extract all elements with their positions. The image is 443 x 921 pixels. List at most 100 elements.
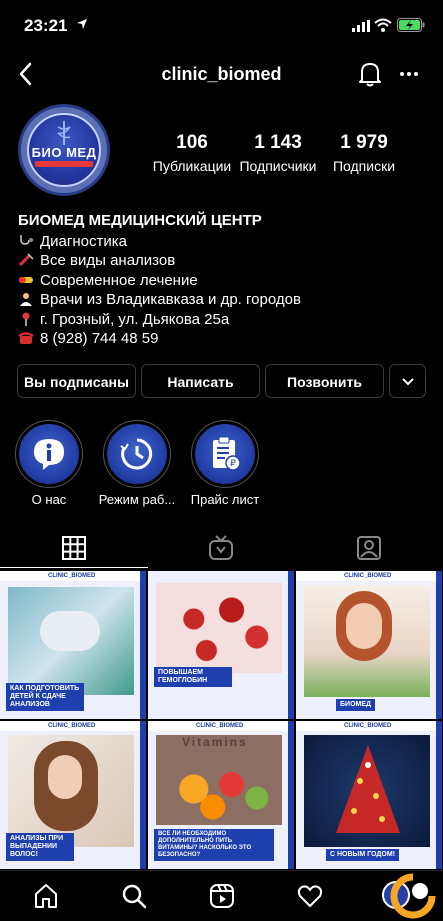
post-side-strip: [288, 721, 294, 869]
highlight-cover: ₽: [195, 424, 255, 484]
doctor-icon: [20, 293, 32, 307]
post-caption: С НОВЫМ ГОДОМ!: [326, 849, 400, 861]
bio-line-text: Врачи из Владикавказа и др. городов: [40, 291, 301, 309]
suggested-accounts-button[interactable]: [389, 364, 426, 398]
post-thumbnail[interactable]: CLINIC_BIOMED С НОВЫМ ГОДОМ!: [296, 721, 442, 869]
post-thumbnail[interactable]: Vitamins CLINIC_BIOMED ВСЕ ЛИ НЕОБХОДИМО…: [148, 721, 294, 869]
bio-line-address: г. Грозный, ул. Дьякова 25а: [18, 310, 428, 329]
svg-text:₽: ₽: [230, 459, 236, 469]
active-tab-indicator: [0, 567, 148, 568]
status-time: 23:21: [24, 16, 68, 35]
phone-icon: [18, 332, 34, 344]
post-thumbnail[interactable]: ПОВЫШАЕМ ГЕМОГЛОБИН: [148, 571, 294, 719]
bio-line-diagnostics: Диагностика: [18, 232, 428, 251]
tagged-icon[interactable]: [356, 535, 382, 561]
stat-following[interactable]: 1 979 Подписки: [322, 132, 406, 174]
grid-icon[interactable]: [61, 535, 87, 561]
highlight-hours[interactable]: [103, 420, 171, 488]
stat-followers-label: Подписчики: [239, 158, 317, 174]
stat-followers[interactable]: 1 143 Подписчики: [236, 132, 320, 174]
clock-icon: [120, 438, 153, 470]
post-side-strip: [140, 571, 146, 719]
bio-line-phone: 8 (928) 744 48 59: [18, 329, 428, 348]
bio-line-text: 8 (928) 744 48 59: [40, 329, 159, 347]
chevron-down-icon: [402, 378, 414, 386]
price-list-icon: ₽: [213, 436, 241, 471]
pin-icon: [22, 312, 30, 326]
post-photo-face: [346, 603, 382, 649]
profile-header: clinic_biomed: [0, 55, 443, 95]
home-icon[interactable]: [33, 883, 59, 909]
highlight-about[interactable]: [15, 420, 83, 488]
highlight-price-list-label: Прайс лист: [190, 492, 260, 507]
activity-heart-icon[interactable]: [297, 883, 323, 909]
stat-posts-label: Публикации: [152, 158, 232, 174]
overlay-logo-icon: [390, 873, 436, 919]
syringe-icon: [18, 253, 34, 267]
message-button[interactable]: Написать: [141, 364, 260, 398]
post-caption: БИОМЕД: [336, 699, 375, 711]
igtv-icon[interactable]: [208, 535, 234, 561]
stethoscope-icon: [20, 235, 33, 245]
post-thumbnail[interactable]: CLINIC_BIOMED АНАЛИЗЫ ПРИ ВЫПАДЕНИИ ВОЛО…: [0, 721, 146, 869]
avatar-logo: БИО МЕД: [27, 113, 101, 187]
posts-grid: CLINIC_BIOMED КАК ПОДГОТОВИТЬ ДЕТЕЙ К СД…: [0, 571, 443, 871]
post-photo-face: [48, 755, 82, 799]
location-arrow-icon: [77, 19, 87, 29]
cellular-signal-icon: [352, 20, 370, 32]
post-side-strip: [140, 721, 146, 869]
post-side-strip: [436, 721, 442, 869]
post-photo-vitamins-word: Vitamins: [182, 735, 248, 749]
stat-followers-value: 1 143: [254, 132, 302, 153]
bio-line-doctors: Врачи из Владикавказа и др. городов: [18, 290, 428, 309]
highlight-cover: [19, 424, 79, 484]
caduceus-icon: [57, 121, 71, 145]
info-icon: [34, 439, 64, 470]
post-caption: ПОВЫШАЕМ ГЕМОГЛОБИН: [154, 667, 232, 687]
battery-icon: [397, 18, 425, 32]
bio-line-text: г. Грозный, ул. Дьякова 25а: [40, 310, 230, 328]
post-side-strip: [288, 571, 294, 719]
christmas-tree-icon: [336, 745, 400, 833]
notification-bell-icon[interactable]: [357, 60, 383, 88]
stat-posts-value: 106: [176, 132, 208, 153]
post-caption: КАК ПОДГОТОВИТЬ ДЕТЕЙ К СДАЧЕ АНАЛИЗОВ: [6, 683, 84, 711]
highlight-hours-label: Режим раб...: [98, 492, 176, 507]
pill-icon: [19, 276, 33, 283]
bio-line-tests: Все виды анализов: [18, 251, 428, 270]
post-tag: CLINIC_BIOMED: [196, 723, 244, 729]
post-tag: CLINIC_BIOMED: [48, 573, 96, 579]
highlight-about-label: О нас: [31, 492, 67, 507]
bio-line-text: Диагностика: [40, 233, 127, 250]
search-icon[interactable]: [121, 883, 147, 909]
post-thumbnail[interactable]: CLINIC_BIOMED КАК ПОДГОТОВИТЬ ДЕТЕЙ К СД…: [0, 571, 146, 719]
avatar-red-strip: [35, 161, 93, 167]
bio-line-text: Все виды анализов: [40, 252, 176, 270]
post-photo-glove: [40, 611, 100, 651]
post-tag: CLINIC_BIOMED: [344, 573, 392, 579]
profile-bio: БИОМЕД МЕДИЦИНСКИЙ ЦЕНТР Диагностика Все…: [18, 212, 428, 348]
highlight-price-list[interactable]: ₽: [191, 420, 259, 488]
highlight-cover: [107, 424, 167, 484]
wifi-icon: [374, 18, 392, 32]
profile-avatar[interactable]: БИО МЕД: [18, 104, 110, 196]
reels-icon[interactable]: [209, 883, 235, 909]
status-bar: 23:21: [0, 0, 443, 50]
stat-following-label: Подписки: [332, 158, 396, 174]
post-thumbnail[interactable]: CLINIC_BIOMED БИОМЕД: [296, 571, 442, 719]
bio-name: БИОМЕД МЕДИЦИНСКИЙ ЦЕНТР: [18, 212, 262, 229]
bio-line-text: Современное лечение: [40, 271, 198, 289]
bottom-navigation: [0, 870, 443, 921]
post-tag: CLINIC_BIOMED: [344, 723, 392, 729]
stat-posts[interactable]: 106 Публикации: [150, 132, 234, 174]
stat-following-value: 1 979: [340, 132, 388, 153]
call-button[interactable]: Позвонить: [265, 364, 384, 398]
post-tag: CLINIC_BIOMED: [48, 723, 96, 729]
post-caption: АНАЛИЗЫ ПРИ ВЫПАДЕНИИ ВОЛОС!: [6, 833, 74, 861]
post-side-strip: [436, 571, 442, 719]
post-photo: [156, 583, 282, 673]
more-options-icon[interactable]: [398, 63, 420, 85]
post-caption: ВСЕ ЛИ НЕОБХОДИМО ДОПОЛНИТЕЛЬНО ПИТЬ ВИТ…: [154, 829, 274, 861]
following-button[interactable]: Вы подписаны: [17, 364, 136, 398]
bio-line-treatment: Современное лечение: [18, 271, 428, 290]
